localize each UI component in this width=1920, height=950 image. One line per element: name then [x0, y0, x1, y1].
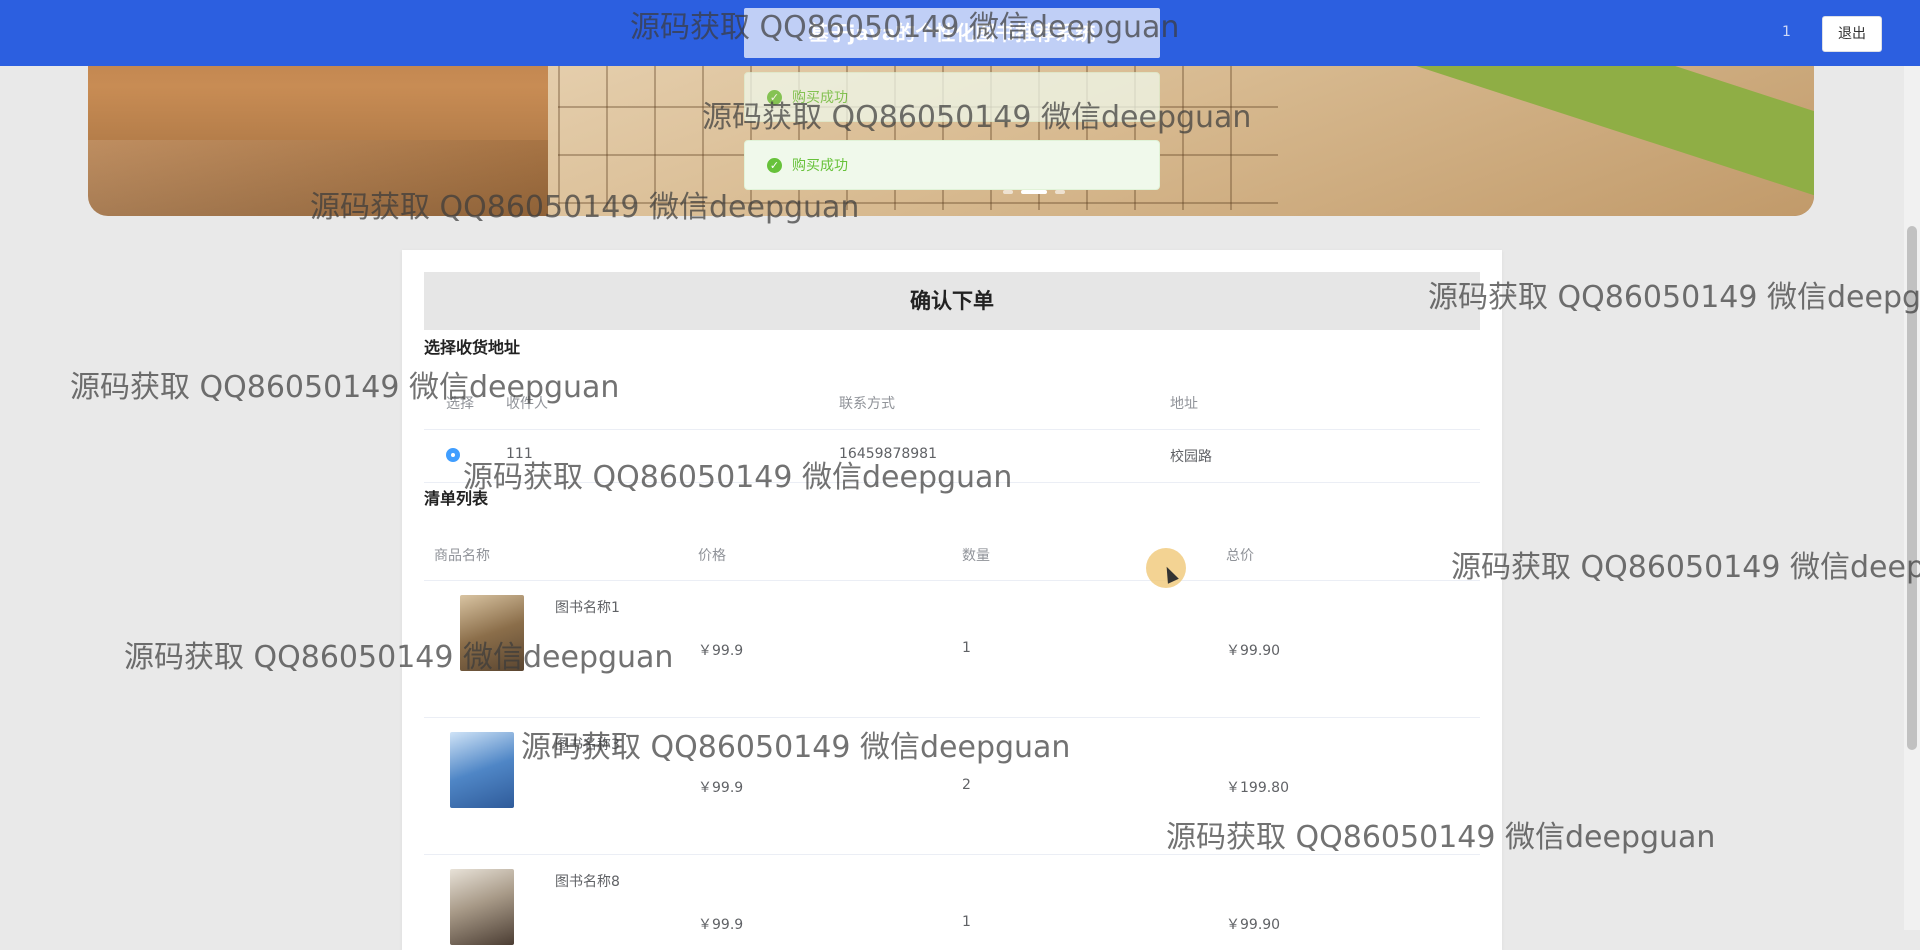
col-address: 地址 [1170, 396, 1198, 412]
col-price: 价格 [698, 548, 726, 564]
watermark-text: 源码获取 QQ86050149 微信deepguan [1451, 550, 1920, 585]
col-receiver: 收件人 [506, 396, 548, 412]
success-toast: ✓ 购买成功 [744, 140, 1160, 190]
page-title: 确认下单 [424, 272, 1480, 330]
item-total: ￥99.90 [1226, 643, 1281, 659]
banner-floor [88, 140, 548, 216]
page-scrollbar-thumb[interactable] [1907, 226, 1917, 750]
item-quantity: 1 [962, 914, 971, 930]
logout-button[interactable]: 退出 [1822, 16, 1882, 52]
item-name: 图书名称8 [555, 874, 620, 890]
address-phone: 16459878981 [839, 446, 937, 462]
book-cover-image [450, 732, 514, 808]
carousel-indicators [1003, 190, 1065, 194]
item-quantity: 2 [962, 777, 971, 793]
address-radio[interactable] [446, 448, 460, 462]
col-phone: 联系方式 [839, 396, 895, 412]
item-price: ￥99.9 [698, 643, 744, 659]
success-toast: ✓ 购买成功 [744, 72, 1160, 122]
col-quantity: 数量 [962, 548, 990, 564]
toast-message: 购买成功 [792, 90, 848, 106]
row-divider [424, 429, 1480, 430]
row-divider [424, 854, 1480, 855]
address-section-title: 选择收货地址 [424, 338, 521, 357]
toast-message: 购买成功 [792, 158, 848, 174]
row-divider [424, 717, 1480, 718]
col-select: 选择 [446, 396, 474, 412]
check-circle-icon: ✓ [767, 89, 782, 105]
address-text: 校园路 [1170, 449, 1212, 465]
username: 1 [1782, 24, 1791, 40]
row-divider [424, 482, 1480, 483]
carousel-dot[interactable] [1055, 190, 1065, 194]
check-circle-icon: ✓ [767, 157, 782, 173]
carousel-dot[interactable] [1003, 190, 1013, 194]
app-title: 基于java的个性化图书推荐系统 [744, 8, 1160, 58]
col-total: 总价 [1226, 548, 1254, 564]
item-total: ￥99.90 [1226, 917, 1281, 933]
book-cover-image [460, 595, 524, 671]
order-card: 确认下单 选择收货地址 选择 收件人 联系方式 地址 111 164598789… [402, 250, 1502, 950]
carousel-dot-active[interactable] [1021, 190, 1047, 194]
address-receiver: 111 [506, 446, 533, 462]
item-price: ￥99.9 [698, 917, 744, 933]
item-quantity: 1 [962, 640, 971, 656]
item-name: 图书名称3 [555, 737, 620, 753]
item-total: ￥199.80 [1226, 780, 1289, 796]
row-divider [424, 580, 1480, 581]
book-cover-image [450, 869, 514, 945]
item-price: ￥99.9 [698, 780, 744, 796]
col-product-name: 商品名称 [434, 548, 490, 564]
item-name: 图书名称1 [555, 600, 620, 616]
items-section-title: 清单列表 [424, 489, 489, 508]
